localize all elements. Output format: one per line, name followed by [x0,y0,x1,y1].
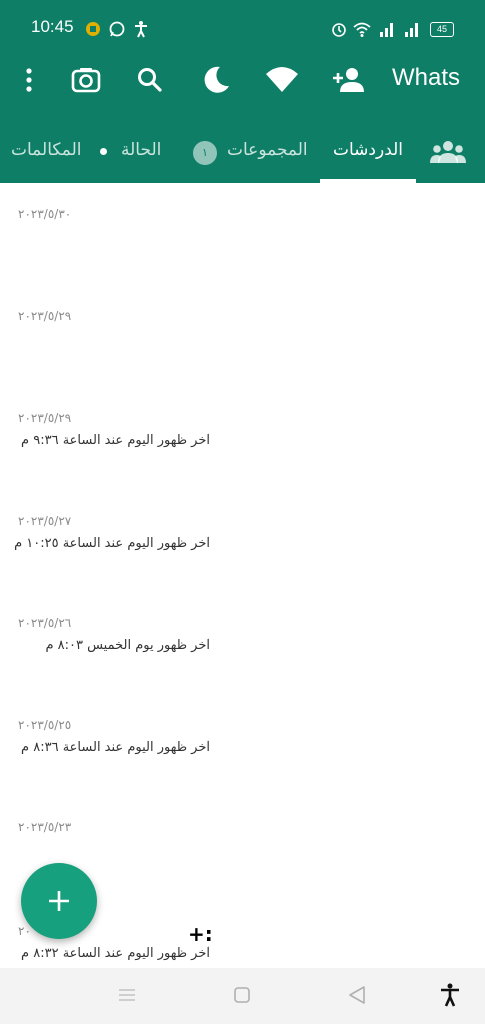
chat-date: ٢٠٢٣/٥/٢٩ [18,411,72,425]
tab-chats[interactable]: الدردشات [333,126,403,180]
tab-status[interactable]: الحالة [121,126,161,180]
chat-last-seen: آخر ظهور اليوم عند الساعة ٩:٣٦ م [21,433,210,448]
app-header: 10:45 45 Whats المكالمات الحالة المجموعا… [0,0,485,183]
back-icon[interactable] [344,982,370,1008]
search-icon[interactable] [132,62,168,98]
home-icon[interactable] [229,982,255,1008]
chat-last-seen: آخر ظهور اليوم عند الساعة ٨:٣٦ م [21,740,210,755]
list-item[interactable]: ٢٠٢٣/٥/٢٦ آخر ظهور يوم الخميس ٨:٠٣ م [0,616,210,718]
community-icon[interactable] [430,138,466,166]
chat-date: ٢٠٢٣/٥/٣٠ [18,207,72,221]
app-title: Whats [392,64,461,91]
whatsapp-icon [109,21,125,37]
tab-bar: المكالمات الحالة المجموعات الدردشات [0,126,485,183]
list-item[interactable]: ٢٠٢٣/٥/٢٥ آخر ظهور اليوم عند الساعة ٨:٣٦… [0,718,210,820]
chat-last-seen: آخر ظهور اليوم عند الساعة ٨:٣٢ م [21,946,210,961]
tab-calls[interactable]: المكالمات [11,126,82,180]
list-item[interactable]: ٢٠٢٣/٥/٣٠ [0,207,210,309]
chat-last-seen: آخر ظهور اليوم عند الساعة ١٠:٢٥ م [14,536,210,551]
list-item[interactable]: ٢٠٢٣/٥/٢٩ [0,309,210,411]
add-contact-icon[interactable] [330,62,366,98]
system-nav-bar [0,968,485,1024]
record-icon [86,22,100,36]
groups-badge: ١ [193,141,217,165]
status-bar: 10:45 45 [0,0,485,58]
chat-date: ٢٠ [18,924,31,938]
accessibility-icon [135,21,147,38]
accessibility-icon[interactable] [437,982,463,1008]
signal-icon [405,23,418,37]
status-time: 10:45 [31,17,74,36]
signal-icon [380,23,393,37]
status-dot [100,148,107,155]
overlay-text: +: [188,922,213,946]
chat-date: ٢٠٢٣/٥/٢٦ [18,616,72,630]
camera-icon[interactable] [68,62,104,98]
empty-pane [210,183,485,968]
chat-last-seen: آخر ظهور يوم الخميس ٨:٠٣ م [45,638,210,653]
list-item[interactable]: ٢٠٢٣/٥/٢٧ آخر ظهور اليوم عند الساعة ١٠:٢… [0,514,210,616]
chat-date: ٢٠٢٣/٥/٢٧ [18,514,72,528]
chat-date: ٢٠٢٣/٥/٢٥ [18,718,72,732]
new-chat-button[interactable] [21,863,97,939]
plus-icon [49,891,69,911]
chat-date: ٢٠٢٣/٥/٢٩ [18,309,72,323]
moon-icon[interactable] [198,62,234,98]
wifi-icon[interactable] [264,62,300,98]
wifi-icon [353,22,371,37]
list-item[interactable]: ٢٠٢٣/٥/٢٩ آخر ظهور اليوم عند الساعة ٩:٣٦… [0,411,210,513]
more-vert-icon[interactable] [11,62,47,98]
tab-groups[interactable]: المجموعات [227,126,308,180]
battery-icon: 45 [430,22,454,37]
alarm-icon [332,23,346,37]
menu-icon[interactable] [114,982,140,1008]
chat-date: ٢٠٢٣/٥/٢٣ [18,820,72,834]
